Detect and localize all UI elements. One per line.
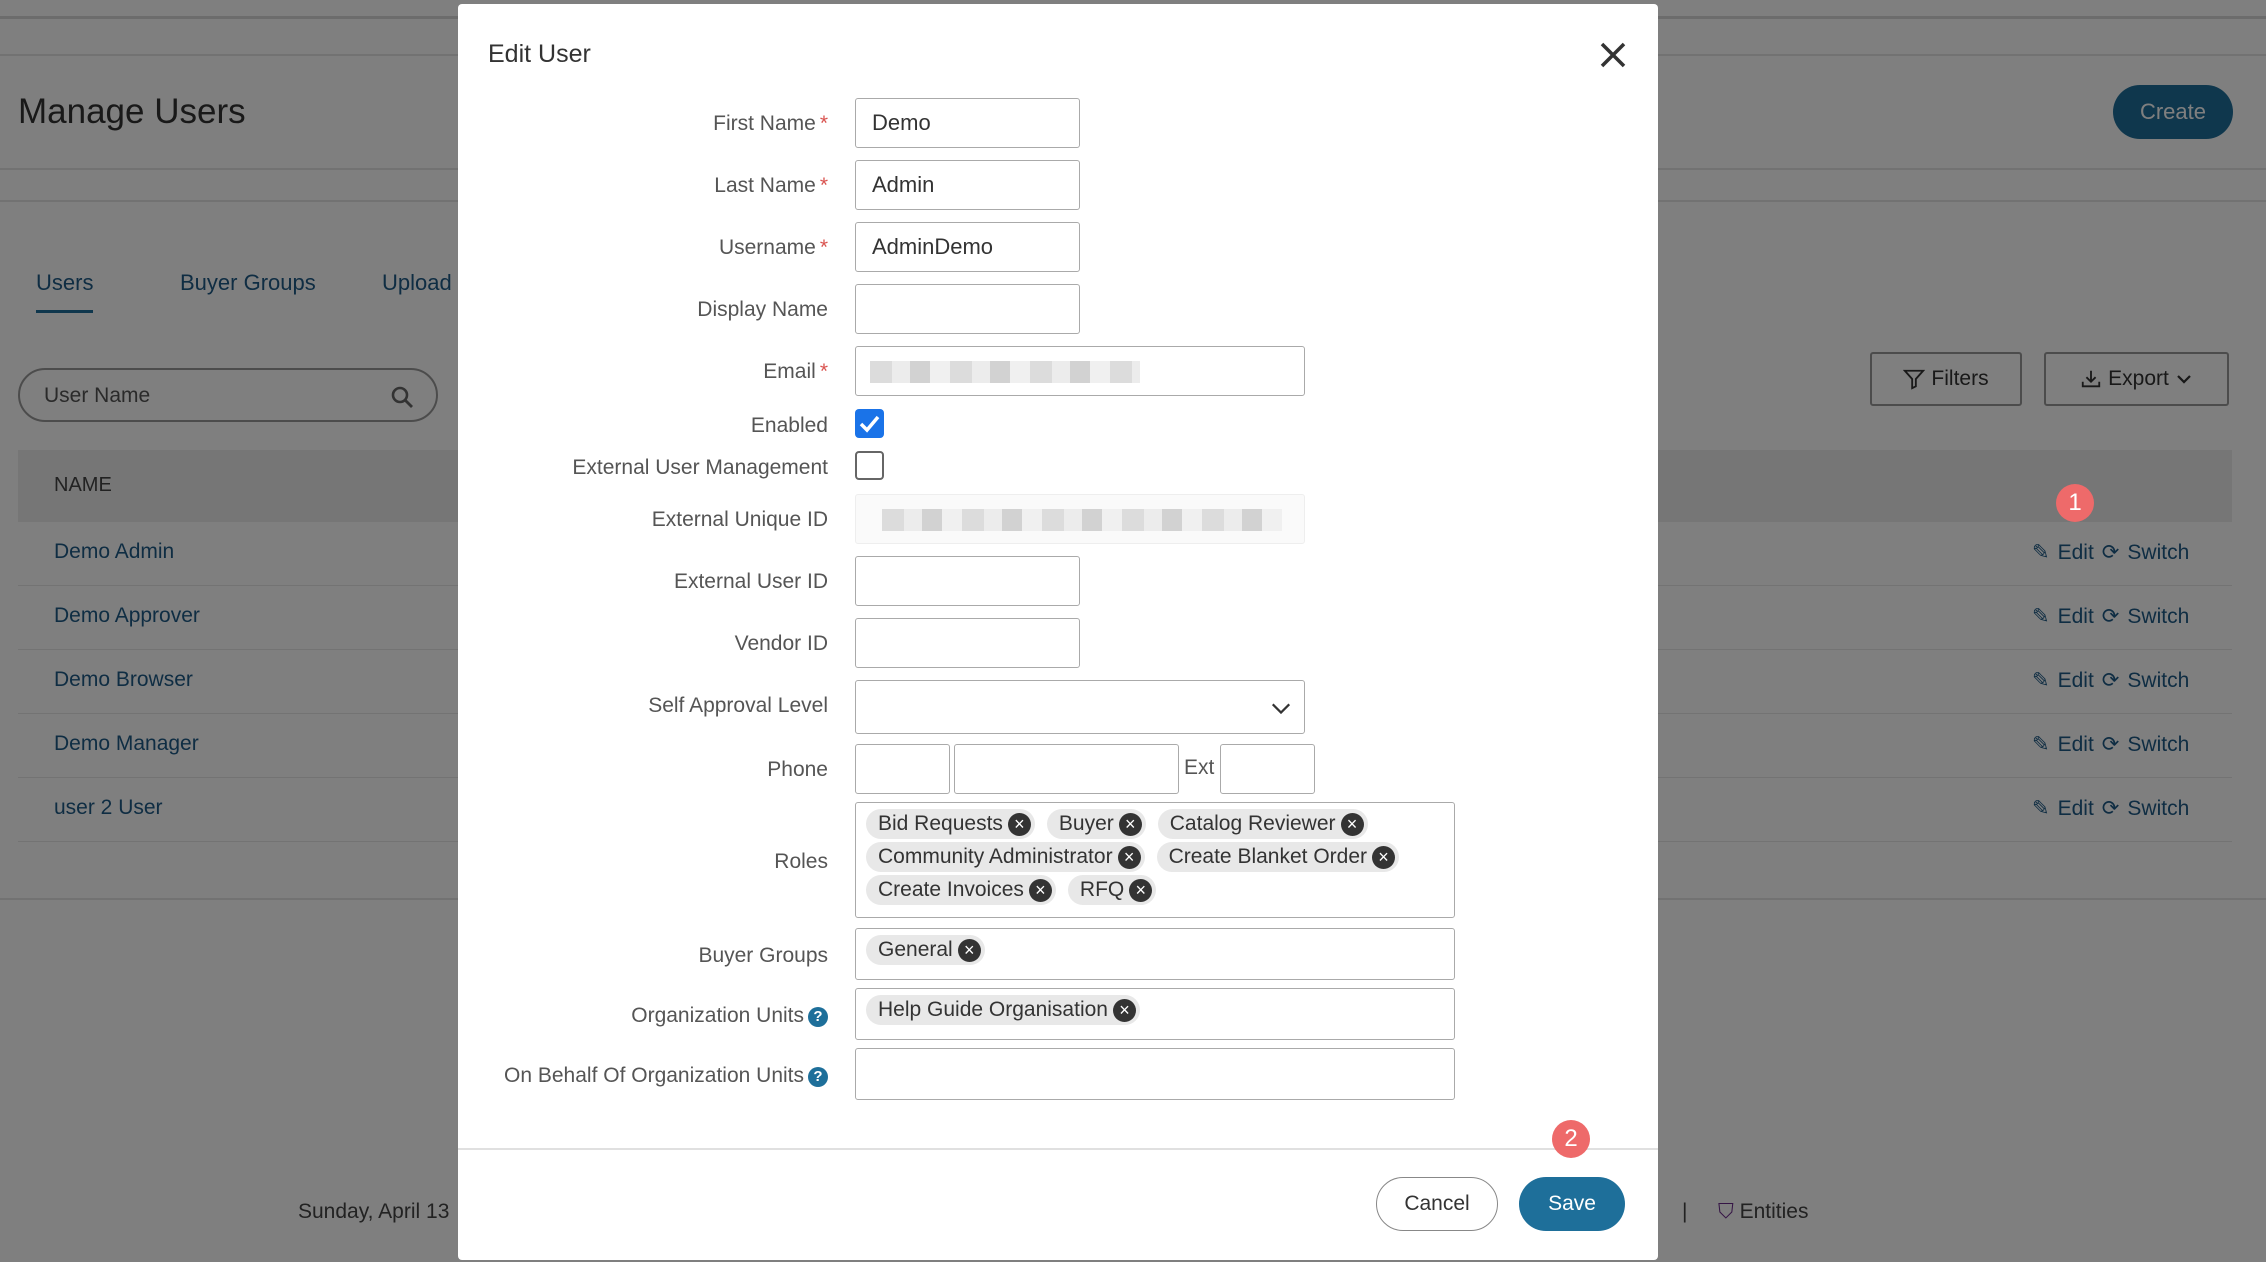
external-user-management-label: External User Management — [572, 456, 828, 479]
edit-user-modal: Edit User First Name * Demo Last Name * Ad… — [458, 4, 1658, 1260]
remove-tag-icon[interactable]: × — [1118, 812, 1142, 836]
remove-tag-icon[interactable]: × — [1372, 845, 1396, 869]
email-label: Email * — [763, 360, 828, 383]
last-name-label: Last Name * — [714, 174, 828, 197]
role-tag: Create Invoices × — [866, 875, 1056, 905]
role-tag: Buyer × — [1046, 809, 1146, 839]
first-name-input[interactable]: Demo — [855, 98, 1080, 148]
step-marker-2: 2 — [1552, 1120, 1590, 1158]
remove-tag-icon[interactable]: × — [1007, 812, 1031, 836]
username-label: Username * — [718, 236, 828, 259]
phone-label: Phone — [767, 758, 828, 781]
organization-unit-tag: Help Guide Organisation × — [866, 995, 1140, 1025]
external-user-id-label: External User ID — [673, 570, 828, 593]
email-input[interactable] — [855, 346, 1305, 396]
help-icon[interactable]: ? — [808, 1007, 828, 1027]
redacted-unique-id — [882, 509, 1282, 531]
phone-ext-input[interactable] — [1220, 744, 1315, 794]
modal-title: Edit User — [488, 40, 591, 68]
help-icon[interactable]: ? — [808, 1067, 828, 1087]
save-button[interactable]: Save — [1519, 1177, 1625, 1231]
username-input[interactable]: AdminDemo — [855, 222, 1080, 272]
remove-tag-icon[interactable]: × — [1117, 845, 1141, 869]
phone-number-input[interactable] — [954, 744, 1179, 794]
buyer-group-tag: General × — [866, 935, 985, 965]
first-name-label: First Name * — [713, 112, 828, 135]
role-tag: Bid Requests × — [866, 809, 1035, 839]
remove-tag-icon[interactable]: × — [1129, 878, 1153, 902]
enabled-label: Enabled — [750, 414, 828, 437]
cancel-button[interactable]: Cancel — [1376, 1177, 1498, 1231]
ext-label: Ext — [1184, 756, 1215, 779]
vendor-id-label: Vendor ID — [734, 632, 828, 655]
remove-tag-icon[interactable]: × — [1112, 998, 1136, 1022]
roles-multiselect[interactable]: Bid Requests × Buyer × Catalog Reviewer × C… — [855, 802, 1455, 918]
roles-label: Roles — [774, 850, 828, 873]
remove-tag-icon[interactable]: × — [1340, 812, 1364, 836]
required-mark: * — [819, 236, 828, 259]
modal-footer-divider — [458, 1148, 1658, 1150]
vendor-id-input[interactable] — [855, 618, 1080, 668]
phone-country-code-input[interactable] — [855, 744, 950, 794]
display-name-label: Display Name — [697, 298, 828, 321]
required-mark: * — [819, 112, 828, 135]
on-behalf-of-organization-units-label: On Behalf Of Organization Units? — [504, 1064, 828, 1088]
close-icon[interactable] — [1598, 40, 1628, 70]
buyer-groups-multiselect[interactable]: General × — [855, 928, 1455, 980]
remove-tag-icon[interactable]: × — [1028, 878, 1052, 902]
external-user-management-checkbox[interactable] — [855, 451, 884, 480]
role-tag: Catalog Reviewer × — [1157, 809, 1368, 839]
chevron-down-icon — [1271, 703, 1291, 715]
organization-units-multiselect[interactable]: Help Guide Organisation × — [855, 988, 1455, 1040]
last-name-input[interactable]: Admin — [855, 160, 1080, 210]
buyer-groups-label: Buyer Groups — [698, 944, 828, 967]
required-mark: * — [819, 174, 828, 197]
redacted-email — [870, 361, 1140, 383]
organization-units-label: Organization Units? — [631, 1004, 828, 1028]
step-marker-1: 1 — [2056, 484, 2094, 522]
external-unique-id-field — [855, 494, 1305, 544]
display-name-input[interactable] — [855, 284, 1080, 334]
remove-tag-icon[interactable]: × — [957, 938, 981, 962]
enabled-checkbox[interactable] — [855, 409, 884, 438]
external-unique-id-label: External Unique ID — [651, 508, 828, 531]
on-behalf-of-organization-units-multiselect[interactable] — [855, 1048, 1455, 1100]
self-approval-level-select[interactable] — [855, 680, 1305, 734]
required-mark: * — [819, 360, 828, 383]
role-tag: Community Administrator × — [866, 842, 1145, 872]
role-tag: Create Blanket Order × — [1156, 842, 1400, 872]
self-approval-level-label: Self Approval Level — [648, 694, 828, 717]
external-user-id-input[interactable] — [855, 556, 1080, 606]
role-tag: RFQ × — [1067, 875, 1157, 905]
